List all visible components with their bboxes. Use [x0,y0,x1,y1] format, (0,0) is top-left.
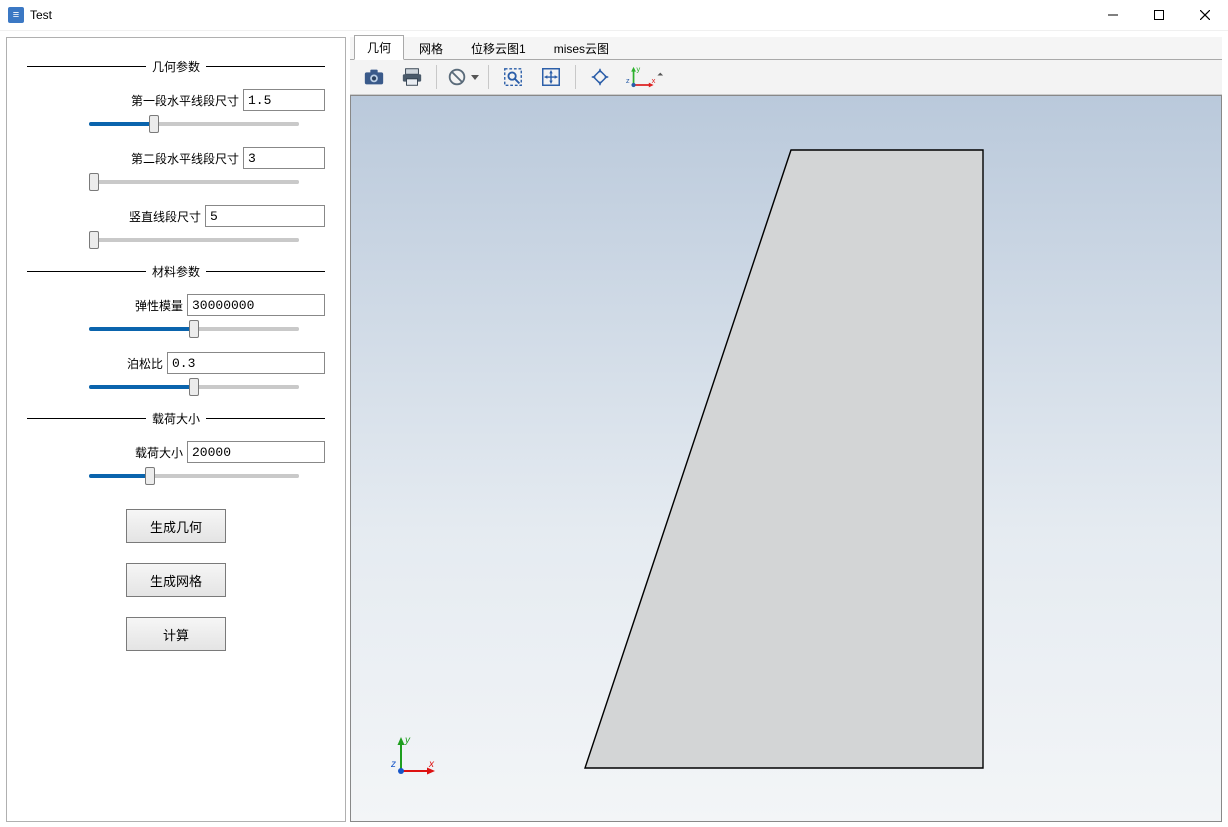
group-geometry-header: 几何参数 [27,58,325,75]
param-h2-label: 第二段水平线段尺寸 [131,150,239,167]
param-e-input[interactable] [187,294,325,316]
param-nu-input[interactable] [167,352,325,374]
tab-displacement[interactable]: 位移云图1 [458,36,539,60]
axis-orientation-dropdown[interactable]: y x z [620,63,666,91]
axis-triad-icon: y x z [391,731,441,781]
svg-text:x: x [428,759,435,770]
param-h1-slider[interactable] [89,122,299,126]
select-mode-icon[interactable] [582,62,618,92]
maximize-button[interactable] [1136,0,1182,30]
app-icon [8,7,24,23]
param-h2-input[interactable] [243,147,325,169]
camera-icon[interactable] [356,62,392,92]
param-load-row: 载荷大小 [27,441,325,463]
group-load-header: 载荷大小 [27,410,325,427]
axis-y-label: y [636,64,640,73]
param-load-input[interactable] [187,441,325,463]
projection-mode-dropdown[interactable] [443,62,482,92]
param-h2-row: 第二段水平线段尺寸 [27,147,325,169]
tab-mesh[interactable]: 网格 [406,36,456,60]
minimize-button[interactable] [1090,0,1136,30]
axis-x-label: x [652,76,656,85]
group-load-title: 载荷大小 [146,410,206,427]
group-material-header: 材料参数 [27,263,325,280]
param-e-label: 弹性模量 [135,297,183,314]
param-h2-slider[interactable] [89,180,299,184]
compute-button[interactable]: 计算 [126,617,226,651]
viewport-toolbar: y x z [350,60,1222,95]
param-h1-row: 第一段水平线段尺寸 [27,89,325,111]
parameter-panel: 几何参数 第一段水平线段尺寸 第二段水平线段尺寸 竖直线段尺寸 材料参数 [6,37,346,822]
close-button[interactable] [1182,0,1228,30]
param-e-slider[interactable] [89,327,299,331]
geometry-shape [581,146,991,786]
tab-geometry[interactable]: 几何 [354,35,404,60]
zoom-selection-icon[interactable] [495,62,531,92]
svg-text:y: y [404,735,411,746]
param-nu-row: 泊松比 [27,352,325,374]
param-load-label: 载荷大小 [135,444,183,461]
generate-geometry-button[interactable]: 生成几何 [126,509,226,543]
fit-view-icon[interactable] [533,62,569,92]
param-v-input[interactable] [205,205,325,227]
print-icon[interactable] [394,62,430,92]
group-geometry-title: 几何参数 [146,58,206,75]
param-e-row: 弹性模量 [27,294,325,316]
param-h1-label: 第一段水平线段尺寸 [131,92,239,109]
view-tabs: 几何 网格 位移云图1 mises云图 [350,37,1222,60]
title-bar: Test [0,0,1228,31]
viewport-3d[interactable]: y x z [350,95,1222,822]
axis-z-label: z [626,76,630,85]
param-load-slider[interactable] [89,474,299,478]
param-nu-slider[interactable] [89,385,299,389]
window-title: Test [30,8,52,22]
svg-text:z: z [391,759,396,770]
param-v-label: 竖直线段尺寸 [129,208,201,225]
param-nu-label: 泊松比 [127,355,163,372]
param-v-row: 竖直线段尺寸 [27,205,325,227]
tab-mises[interactable]: mises云图 [541,36,622,60]
generate-mesh-button[interactable]: 生成网格 [126,563,226,597]
main-area: 几何 网格 位移云图1 mises云图 [350,37,1222,822]
group-material-title: 材料参数 [146,263,206,280]
param-v-slider[interactable] [89,238,299,242]
param-h1-input[interactable] [243,89,325,111]
